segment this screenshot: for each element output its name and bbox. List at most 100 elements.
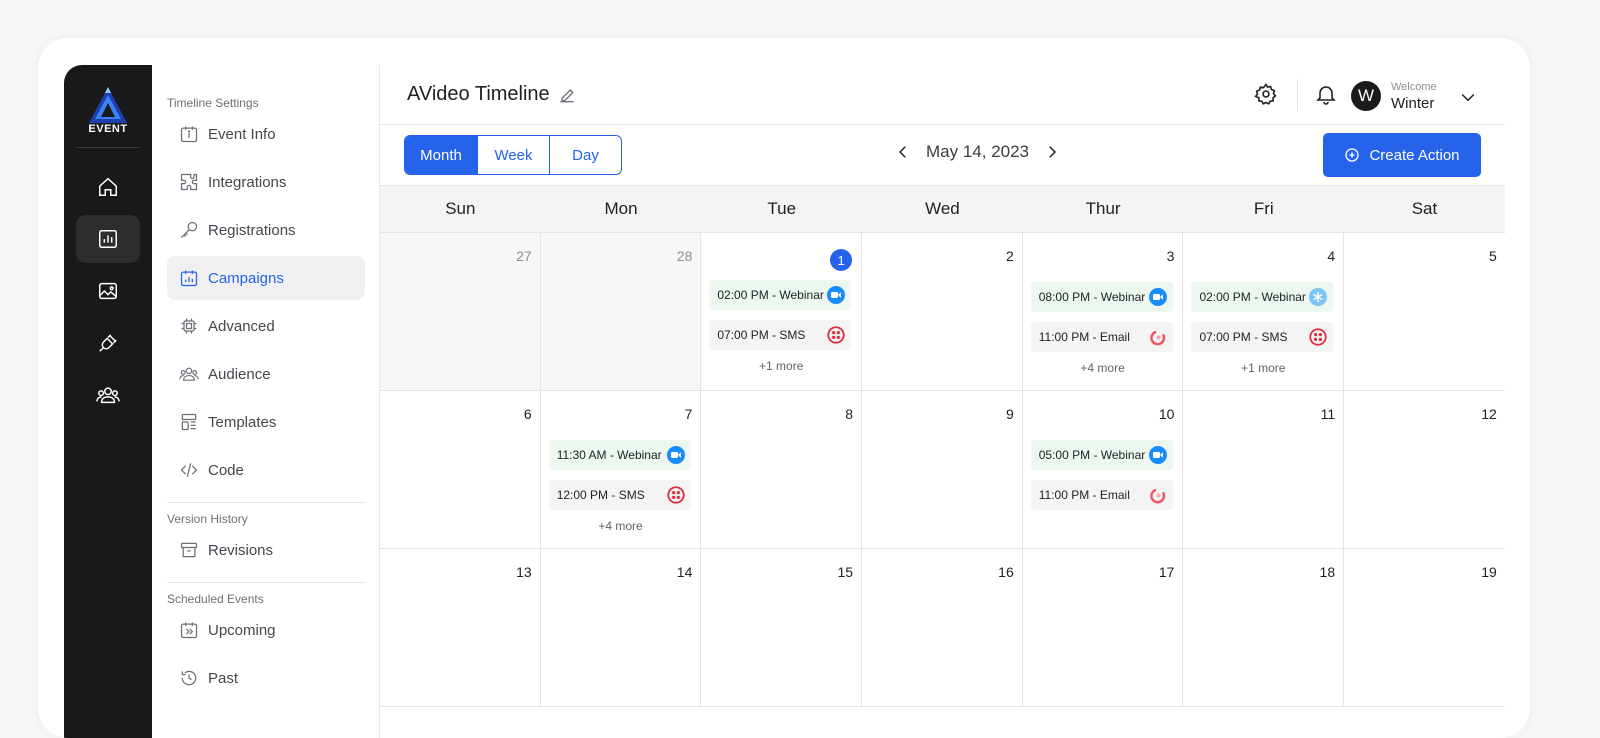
event-chip-webinar[interactable]: 11:30 AM - Webinar	[548, 440, 691, 470]
view-week-button[interactable]: Week	[477, 136, 549, 174]
nav-item-upcoming[interactable]: Upcoming	[167, 608, 365, 652]
day-cell[interactable]: 27	[380, 233, 541, 390]
weekday-label: Wed	[925, 199, 960, 218]
section-title-timeline-settings: Timeline Settings	[167, 96, 259, 110]
day-cell[interactable]: 5	[1344, 233, 1505, 390]
section-title-scheduled-events: Scheduled Events	[167, 592, 264, 606]
event-chip-sms[interactable]: 07:00 PM - SMS	[1191, 322, 1334, 352]
day-number: 7	[684, 406, 693, 422]
day-number: 14	[676, 564, 693, 580]
event-label: 05:00 PM - Webinar	[1038, 448, 1146, 462]
gear-icon[interactable]	[1254, 82, 1278, 106]
nav-item-past[interactable]: Past	[167, 656, 365, 700]
event-chip-webinar[interactable]: 02:00 PM - Webinar	[1191, 282, 1334, 312]
day-number: 15	[837, 564, 854, 580]
weekday-header: Sun Mon Tue Wed Thur Fri Sat	[380, 185, 1505, 233]
day-cell[interactable]: 2	[862, 233, 1023, 390]
day-cell[interactable]: 19	[1344, 549, 1505, 706]
view-day-button[interactable]: Day	[549, 136, 621, 174]
event-chip-email[interactable]: 11:00 PM - Email	[1030, 322, 1173, 352]
day-cell[interactable]: 1 02:00 PM - Webinar 07:00 PM - SMS +1 more	[701, 233, 863, 390]
chevron-right-icon[interactable]	[1043, 143, 1061, 161]
today-date-badge: 1	[830, 249, 853, 271]
view-month-button[interactable]: Month	[405, 136, 477, 174]
nav-item-label: Upcoming	[208, 621, 276, 639]
bell-icon[interactable]	[1314, 82, 1338, 106]
day-cell[interactable]: 13	[380, 549, 541, 706]
snowflake-icon	[1309, 288, 1328, 306]
nav-item-audience[interactable]: Audience	[167, 352, 365, 396]
day-cell[interactable]: 4 02:00 PM - Webinar 07:00 PM - SMS +1 more	[1183, 233, 1345, 390]
rail-item-integrations[interactable]	[76, 319, 140, 367]
day-number: 10	[1158, 406, 1175, 422]
weekday-label: Thur	[1085, 199, 1121, 218]
event-chip-webinar[interactable]: 05:00 PM - Webinar	[1030, 440, 1173, 470]
app-window: EVENT Timeline Settings Event Info Integ…	[38, 38, 1530, 738]
event-chip-webinar[interactable]: 08:00 PM - Webinar	[1030, 282, 1173, 312]
users-icon	[96, 387, 120, 404]
chevron-left-icon[interactable]	[894, 143, 912, 161]
event-label: 02:00 PM - Webinar	[1199, 290, 1306, 304]
day-cell[interactable]: 17	[1023, 549, 1184, 706]
nav-item-revisions[interactable]: Revisions	[167, 528, 365, 572]
nav-item-event-info[interactable]: Event Info	[167, 112, 365, 156]
day-cell[interactable]: 16	[862, 549, 1023, 706]
day-cell[interactable]: 28	[540, 233, 702, 390]
more-events-link[interactable]: +4 more	[1023, 361, 1183, 375]
event-chip-email[interactable]: 11:00 PM - Email	[1030, 480, 1173, 510]
day-cell[interactable]: 9	[862, 391, 1023, 548]
rail-item-analytics[interactable]	[76, 215, 140, 263]
day-cell[interactable]: 10 05:00 PM - Webinar 11:00 PM - Email	[1023, 391, 1184, 548]
rail-item-home[interactable]	[76, 163, 140, 211]
weekday-label: Sun	[445, 199, 476, 218]
view-toggle: Month Week Day	[404, 135, 622, 175]
day-cell[interactable]: 3 08:00 PM - Webinar 11:00 PM - Email +4 mo…	[1023, 233, 1184, 390]
image-icon	[99, 282, 117, 300]
archive-icon	[180, 542, 198, 558]
nav-divider	[167, 502, 365, 503]
day-cell[interactable]: 12	[1344, 391, 1505, 548]
weekday-label: Sat	[1411, 199, 1438, 218]
chevron-down-icon[interactable]	[1458, 87, 1478, 107]
rail-item-users[interactable]	[76, 371, 140, 419]
nav-item-campaigns[interactable]: Campaigns	[167, 256, 365, 300]
nav-item-label: Past	[208, 669, 239, 687]
twilio-icon	[1309, 328, 1328, 346]
nav-item-label: Event Info	[208, 125, 276, 143]
main-rail: EVENT	[64, 65, 152, 738]
nav-item-label: Registrations	[208, 221, 296, 239]
day-cell[interactable]: 11	[1183, 391, 1345, 548]
day-cell[interactable]: 7 11:30 AM - Webinar 12:00 PM - SMS +4 more	[541, 391, 702, 548]
section-title-version-history: Version History	[167, 512, 248, 526]
nav-item-templates[interactable]: Templates	[167, 400, 365, 444]
event-label: 11:30 AM - Webinar	[556, 448, 662, 462]
event-chip-sms[interactable]: 07:00 PM - SMS	[709, 320, 852, 350]
event-chip-sms[interactable]: 12:00 PM - SMS	[548, 480, 691, 510]
day-number: 17	[1158, 564, 1175, 580]
event-label: 07:00 PM - SMS	[717, 328, 806, 342]
event-chip-webinar[interactable]: 02:00 PM - Webinar	[709, 280, 852, 310]
day-number: 18	[1319, 564, 1336, 580]
day-cell[interactable]: 15	[701, 549, 863, 706]
day-number: 9	[1005, 406, 1014, 422]
rail-divider	[76, 147, 140, 148]
nav-item-integrations[interactable]: Integrations	[167, 160, 365, 204]
day-cell[interactable]: 14	[541, 549, 702, 706]
nav-item-registrations[interactable]: Registrations	[167, 208, 365, 252]
avatar[interactable]: W	[1351, 81, 1381, 111]
create-action-button[interactable]: Create Action	[1323, 133, 1481, 177]
day-cell[interactable]: 8	[701, 391, 863, 548]
audience-icon	[179, 367, 199, 381]
nav-item-code[interactable]: Code	[167, 448, 365, 492]
more-events-link[interactable]: +1 more	[1183, 361, 1343, 375]
day-cell[interactable]: 6	[380, 391, 541, 548]
day-cell[interactable]: 18	[1183, 549, 1345, 706]
day-number: 8	[845, 406, 854, 422]
edit-icon[interactable]	[557, 85, 577, 105]
brand-logo[interactable]: EVENT	[64, 85, 152, 145]
rail-item-media[interactable]	[76, 267, 140, 315]
code-icon	[180, 463, 198, 477]
more-events-link[interactable]: +4 more	[541, 519, 701, 533]
nav-item-advanced[interactable]: Advanced	[167, 304, 365, 348]
more-events-link[interactable]: +1 more	[701, 359, 861, 373]
